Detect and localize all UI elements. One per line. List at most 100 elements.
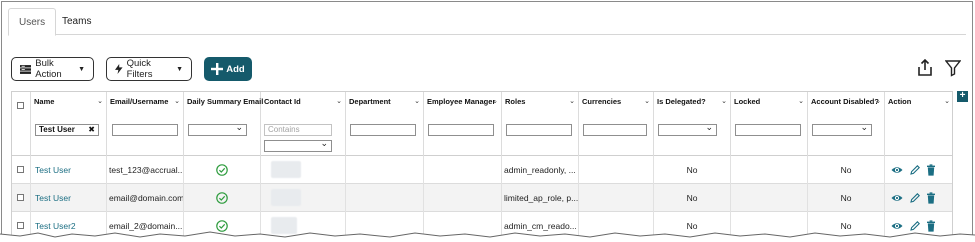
column-currencies-title: Currencies	[582, 97, 622, 106]
chevron-down-icon[interactable]: ⌄	[875, 97, 881, 105]
row-checkbox[interactable]	[17, 194, 24, 201]
locked-cell	[731, 184, 808, 212]
delegated-filter-select[interactable]	[658, 122, 717, 136]
manager-cell	[424, 184, 502, 212]
pencil-icon[interactable]	[909, 164, 921, 176]
user-name-link[interactable]: Test User	[35, 193, 71, 203]
disabled-cell: No	[808, 184, 885, 212]
clear-icon[interactable]: ✖	[88, 125, 95, 135]
select-all-checkbox[interactable]	[17, 102, 24, 109]
contact-id-cell	[261, 184, 346, 212]
roles-cell: limited_ap_role, p...	[502, 184, 579, 212]
contact-id-cell	[261, 156, 346, 184]
export-icon[interactable]	[917, 59, 933, 77]
table-header: Name ⌄ Test User ✖ Email/Username ⌄ Dail…	[12, 92, 952, 156]
user-name-link[interactable]: Test User	[35, 165, 71, 175]
name-filter-input[interactable]: Test User ✖	[35, 124, 99, 136]
eye-icon[interactable]	[891, 192, 903, 204]
column-roles-title: Roles	[505, 97, 526, 106]
locked-filter-input[interactable]	[735, 124, 801, 136]
quick-filters-label: Quick Filters	[126, 58, 153, 80]
column-manager-title: Employee Manager	[427, 97, 496, 106]
column-email[interactable]: Email/Username ⌄	[107, 92, 184, 156]
daily-filter-select[interactable]	[188, 122, 247, 136]
add-column-button[interactable]: +	[957, 91, 968, 102]
column-action-title: Action	[888, 97, 912, 106]
chevron-down-icon[interactable]: ⌄	[97, 97, 103, 105]
trash-icon[interactable]	[925, 164, 937, 176]
torn-edge	[0, 231, 975, 242]
column-account-disabled[interactable]: Account Disabled? ⌄	[808, 92, 885, 156]
daily-summary-cell	[184, 156, 261, 184]
caret-down-icon: ▼	[176, 65, 183, 73]
chevron-down-icon[interactable]: ⌄	[798, 97, 804, 105]
eye-icon[interactable]	[891, 164, 903, 176]
column-daily-summary[interactable]: Daily Summary Email	[184, 92, 263, 156]
check-circle-icon	[216, 192, 228, 204]
caret-down-icon: ▼	[78, 65, 85, 73]
row-select-cell	[12, 184, 31, 212]
chevron-down-icon[interactable]: ⌄	[644, 97, 650, 105]
chevron-down-icon[interactable]: ⌄	[414, 97, 420, 105]
chevron-down-icon[interactable]: ⌄	[492, 97, 498, 105]
email-cell: test_123@accrual...	[107, 156, 184, 184]
department-filter-input[interactable]	[350, 124, 416, 136]
column-name[interactable]: Name ⌄ Test User ✖	[31, 92, 107, 156]
contact-filter-placeholder: Contains	[268, 125, 300, 134]
pencil-icon[interactable]	[909, 192, 921, 204]
column-employee-manager[interactable]: Employee Manager ⌄	[424, 92, 502, 156]
currencies-cell	[579, 184, 654, 212]
chevron-down-icon[interactable]: ⌄	[336, 97, 342, 105]
action-cell	[885, 156, 953, 184]
trash-icon[interactable]	[925, 192, 937, 204]
column-email-title: Email/Username	[110, 97, 169, 106]
table-row[interactable]: Test User email@domain.com limited_ap_ro…	[12, 184, 952, 212]
bulk-action-icon	[20, 64, 32, 74]
tab-users[interactable]: Users	[8, 8, 57, 36]
email-cell: email@domain.com	[107, 184, 184, 212]
table-row[interactable]: Test User test_123@accrual... admin_read…	[12, 156, 952, 184]
chevron-down-icon[interactable]: ⌄	[944, 97, 950, 105]
row-checkbox[interactable]	[17, 166, 24, 173]
roles-cell: admin_readonly, ...	[502, 156, 579, 184]
column-roles[interactable]: Roles ⌄	[502, 92, 579, 156]
contact-filter-input[interactable]: Contains	[264, 124, 332, 136]
column-name-title: Name	[34, 97, 55, 106]
delegated-cell: No	[654, 156, 731, 184]
bulk-action-button[interactable]: Bulk Action ▼	[11, 57, 94, 81]
column-currencies[interactable]: Currencies ⌄	[579, 92, 654, 156]
row-select-cell	[12, 156, 31, 184]
add-label: Add	[226, 63, 245, 75]
currencies-filter-input[interactable]	[583, 124, 647, 136]
chevron-down-icon[interactable]: ⌄	[721, 97, 727, 105]
users-table: Name ⌄ Test User ✖ Email/Username ⌄ Dail…	[11, 91, 953, 242]
plus-icon	[211, 63, 224, 75]
chevron-down-icon[interactable]: ⌄	[174, 97, 180, 105]
users-panel: Users Teams Bulk Action ▼ Quick Filters …	[1, 1, 973, 242]
contact-filter-operator[interactable]	[264, 138, 332, 152]
column-locked[interactable]: Locked ⌄	[731, 92, 808, 156]
delegated-cell: No	[654, 184, 731, 212]
disabled-cell: No	[808, 156, 885, 184]
name-filter-value: Test User	[39, 125, 75, 134]
email-filter-input[interactable]	[112, 124, 178, 136]
column-department[interactable]: Department ⌄	[346, 92, 424, 156]
column-is-delegated[interactable]: Is Delegated? ⌄	[654, 92, 731, 156]
column-contact-id[interactable]: Contact Id ⌄ Contains	[261, 92, 346, 156]
department-cell	[346, 184, 424, 212]
manager-filter-input[interactable]	[428, 124, 494, 136]
locked-cell	[731, 156, 808, 184]
roles-filter-input[interactable]	[506, 124, 572, 136]
tab-teams[interactable]: Teams	[52, 8, 101, 36]
filter-icon[interactable]	[945, 59, 961, 77]
chevron-down-icon[interactable]: ⌄	[569, 97, 575, 105]
tab-bar: Users Teams	[8, 8, 966, 36]
disabled-filter-select[interactable]	[812, 122, 872, 136]
daily-summary-cell	[184, 184, 261, 212]
lightning-icon	[115, 63, 123, 75]
add-button[interactable]: Add	[204, 57, 252, 81]
redacted-value	[271, 161, 301, 178]
column-department-title: Department	[349, 97, 391, 106]
column-delegated-title: Is Delegated?	[657, 97, 706, 106]
quick-filters-button[interactable]: Quick Filters ▼	[106, 57, 192, 81]
